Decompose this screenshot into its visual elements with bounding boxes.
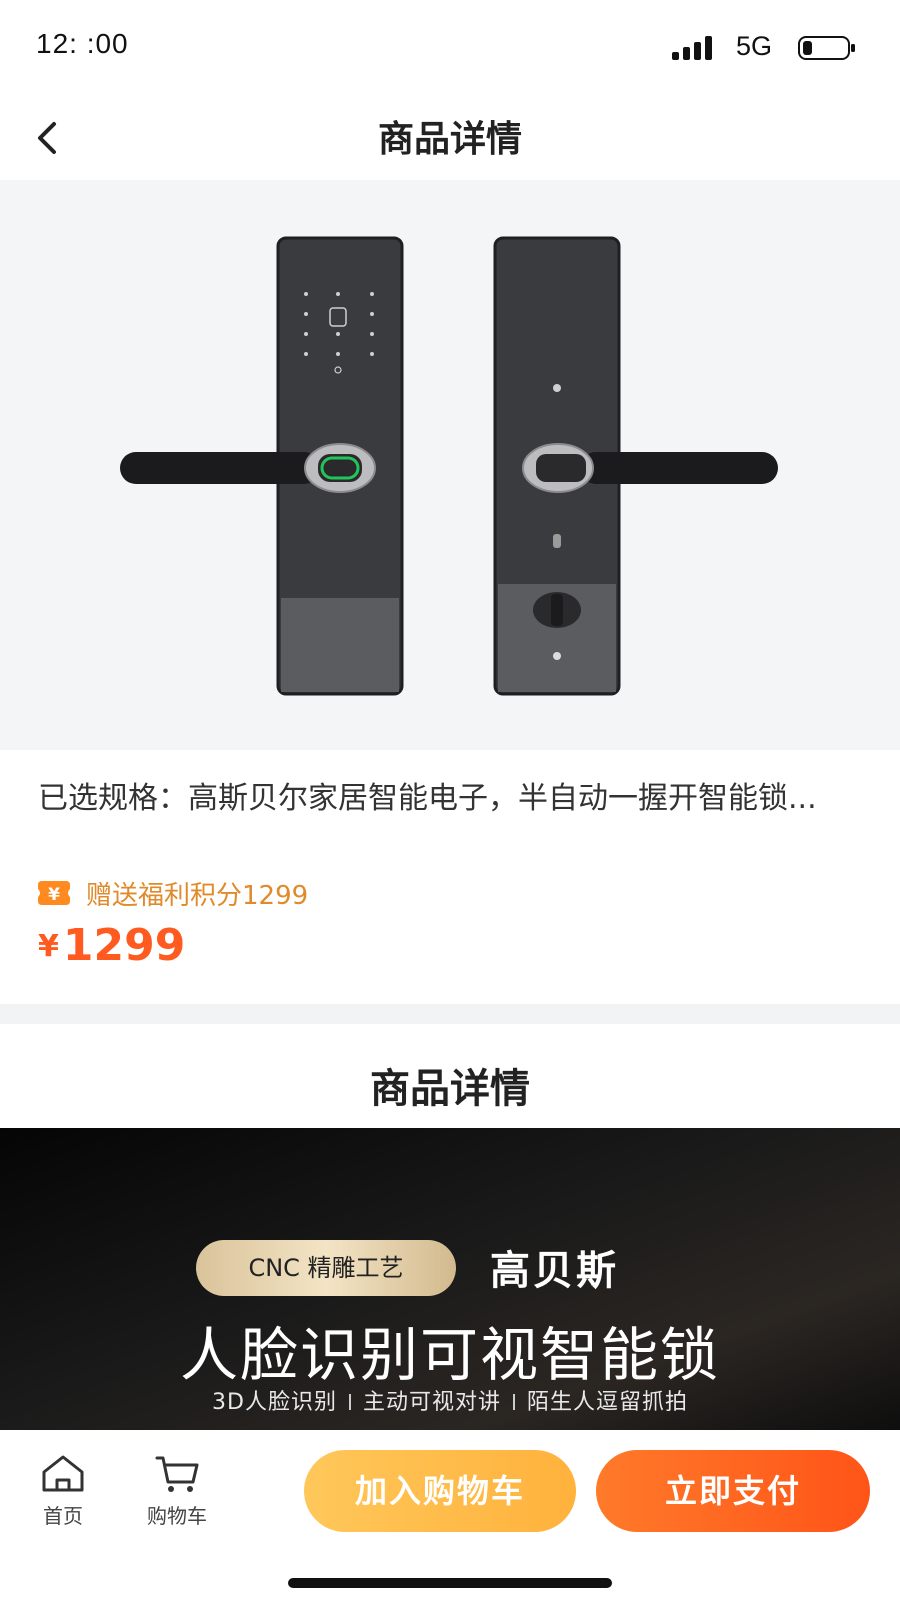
carousel-dots xyxy=(396,1436,506,1452)
section-divider xyxy=(0,1004,900,1024)
selected-spec[interactable]: 已选规格：高斯贝尔家居智能电子，半自动一握开智能锁... xyxy=(38,774,868,824)
tab-home[interactable]: 首页 xyxy=(18,1454,108,1529)
tab-cart-label: 购物车 xyxy=(147,1504,207,1528)
page-title: 商品详情 xyxy=(377,119,522,160)
product-info: 已选规格：高斯贝尔家居智能电子，半自动一握开智能锁... ¥ 赠送福利积分129… xyxy=(0,750,900,1004)
home-icon xyxy=(42,1455,84,1492)
cart-icon xyxy=(155,1456,199,1492)
price-value: 1299 xyxy=(62,920,186,971)
add-to-cart-button[interactable]: 加入购物车 xyxy=(304,1450,576,1532)
detail-title: 商品详情 xyxy=(370,1066,530,1112)
points-row: ¥ 赠送福利积分1299 xyxy=(36,876,309,911)
feature-item: 3D人脸识别 xyxy=(212,1390,337,1415)
smart-lock-illustration xyxy=(120,236,778,696)
feature-item: 陌生人逗留抓拍 xyxy=(526,1390,688,1415)
banner-headline: 人脸识别可视智能锁 xyxy=(179,1321,720,1389)
battery-icon xyxy=(798,36,855,60)
points-badge-icon: ¥ xyxy=(38,881,70,905)
nav-bar: 商品详情 xyxy=(0,92,900,180)
feature-item: 主动可视对讲 xyxy=(362,1390,501,1415)
tab-home-label: 首页 xyxy=(43,1504,83,1528)
status-bar: 12: :00 5G xyxy=(0,0,900,92)
price: ¥1299 xyxy=(38,920,185,971)
tab-cart[interactable]: 购物车 xyxy=(132,1454,222,1529)
svg-text:¥: ¥ xyxy=(48,885,60,905)
detail-banner: CNC 精雕工艺 高贝斯 人脸识别可视智能锁 3D人脸识别 主动可视对讲 陌生人逗留… xyxy=(0,1128,900,1430)
home-indicator xyxy=(288,1578,612,1588)
price-currency: ¥ xyxy=(38,929,59,964)
detail-header: 商品详情 xyxy=(0,1024,900,1128)
network-type: 5G xyxy=(736,31,773,61)
pay-now-button[interactable]: 立即支付 xyxy=(596,1450,870,1532)
product-image[interactable] xyxy=(0,180,900,750)
bottom-action-bar: 首页 购物车 加入购物车 立即支付 xyxy=(0,1430,900,1600)
brand-name: 高贝斯 xyxy=(490,1248,619,1294)
status-time: 12: :00 xyxy=(36,28,129,59)
cnc-pill: CNC 精雕工艺 xyxy=(196,1240,456,1296)
points-text: 赠送福利积分1299 xyxy=(86,880,309,911)
banner-features: 3D人脸识别 主动可视对讲 陌生人逗留抓拍 xyxy=(0,1384,900,1416)
signal-icon xyxy=(672,36,718,60)
